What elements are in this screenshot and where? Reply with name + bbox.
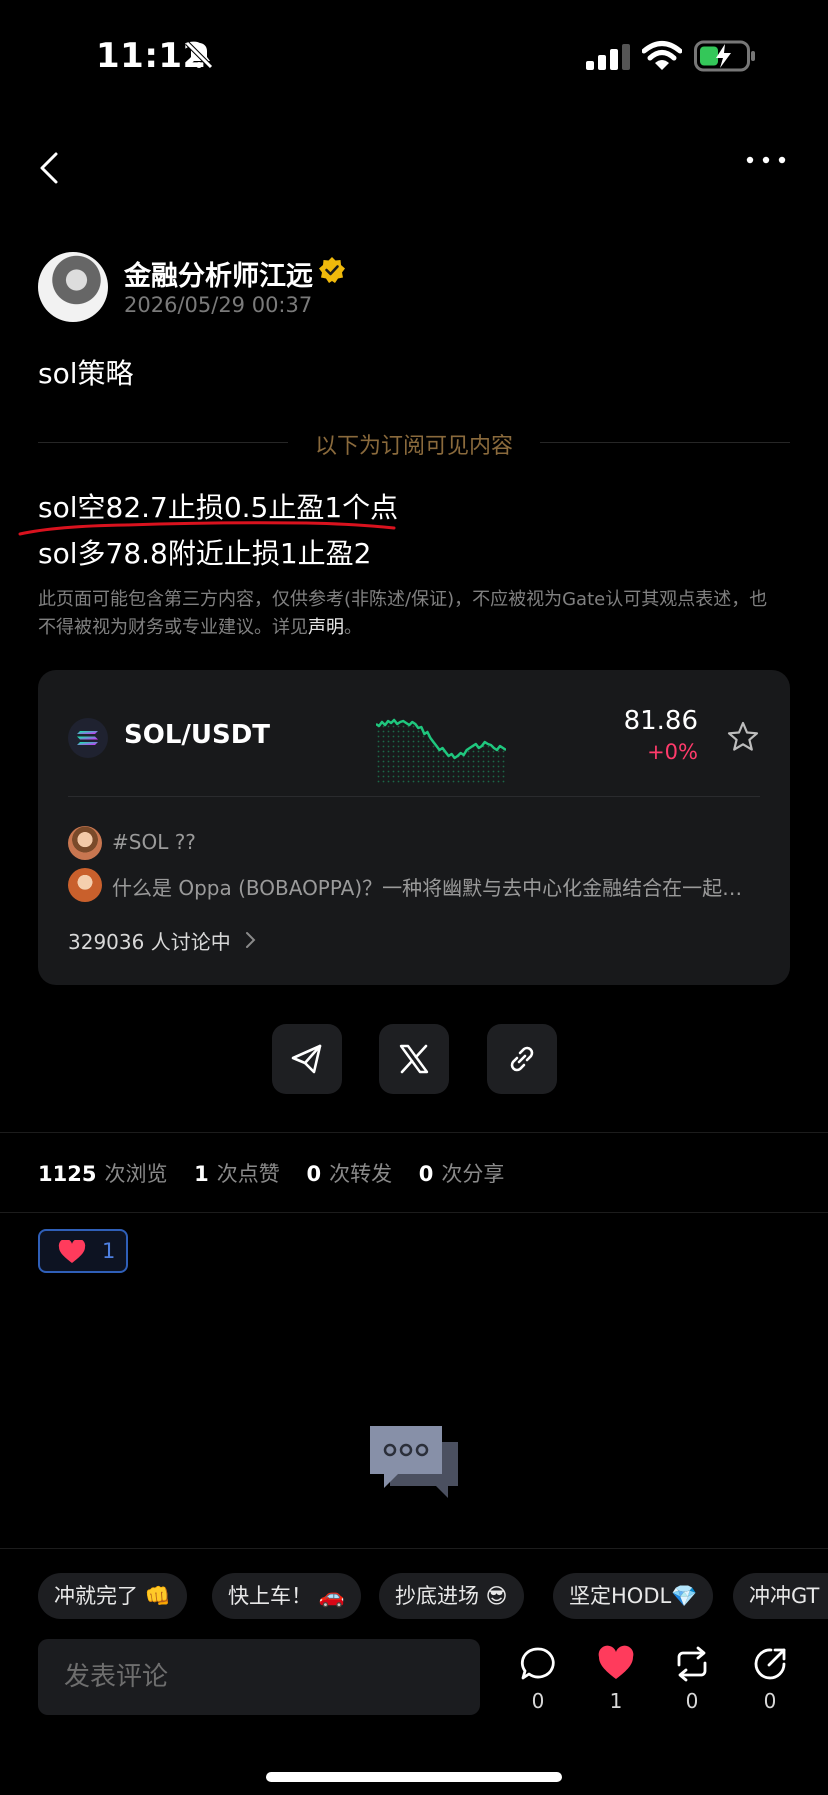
stat-likes-count: 1 (194, 1162, 209, 1186)
bell-muted-icon (185, 41, 213, 69)
comment-icon (520, 1647, 555, 1680)
quick-reply-chip[interactable]: 坚定HODL💎 (553, 1573, 714, 1619)
heart-icon (58, 1240, 86, 1263)
card-separator (68, 796, 760, 797)
author-avatar[interactable] (38, 252, 108, 322)
topic-row[interactable]: 什么是 Oppa (BOBAOPPA)？一种将幽默与去中心化金融结合在一起的代币 (68, 868, 760, 902)
quick-reply-chip[interactable]: 抄底进场 😎 (379, 1573, 524, 1619)
disclaimer-end: 。 (344, 617, 362, 638)
market-card[interactable]: SOL/USDT 81.86 +0% #SOL ?? 什么是 Oppa (BOB… (38, 670, 790, 985)
empty-comments-icon (370, 1426, 458, 1498)
like-action-button[interactable]: 1 (586, 1645, 646, 1719)
stat-views-count: 1125 (38, 1162, 97, 1186)
repost-action-button[interactable]: 0 (662, 1645, 722, 1719)
comment-count: 0 (531, 1689, 545, 1713)
disclaimer-body: 此页面可能包含第三方内容，仅供参考(非陈述/保证)，不应被视为Gate认可其观点… (38, 589, 768, 638)
disclaimer-link[interactable]: 声明 (308, 617, 344, 638)
home-indicator (266, 1772, 562, 1782)
link-icon (510, 1046, 534, 1072)
signal-icon (586, 44, 630, 70)
share-action-button[interactable]: 0 (740, 1645, 800, 1719)
status-bar: 11:12 (0, 0, 828, 110)
heart-reaction-chip[interactable]: 1 (38, 1229, 128, 1273)
share-count: 0 (763, 1689, 777, 1713)
star-icon[interactable] (726, 720, 760, 754)
sol-logo-icon (68, 718, 108, 758)
discussion-count[interactable]: 329036 人讨论中 (68, 926, 231, 955)
pair-name: SOL/USDT (124, 720, 271, 750)
topic-row[interactable]: #SOL ?? (68, 826, 760, 860)
price: 81.86 (623, 706, 698, 736)
post-stats: 1125 次浏览 1 次点赞 0 次转发 0 次分享 (38, 1158, 524, 1188)
share-x-button[interactable] (379, 1024, 449, 1094)
back-icon[interactable] (36, 148, 66, 188)
post-date: 2026/05/29 00:37 (124, 293, 313, 317)
like-count: 1 (609, 1689, 623, 1713)
topic-avatar (68, 826, 102, 860)
stat-reposts-label: 次转发 (329, 1162, 393, 1186)
subscriber-divider: 以下为订阅可见内容 (38, 428, 790, 459)
comment-bar: 冲就完了 👊 快上车！ 🚗 抄底进场 😎 坚定HODL💎 冲冲GT 0 1 0 … (0, 1548, 828, 1795)
author-name[interactable]: 金融分析师江远 (124, 254, 313, 293)
quick-reply-chip[interactable]: 冲就完了 👊 (38, 1573, 187, 1619)
disclaimer-text: 此页面可能包含第三方内容，仅供参考(非陈述/保证)，不应被视为Gate认可其观点… (38, 586, 768, 642)
stat-shares-label: 次分享 (441, 1162, 505, 1186)
comment-input[interactable] (38, 1639, 480, 1715)
repost-icon (677, 1646, 707, 1682)
strategy-line-long: sol多78.8附近止损1止盈2 (38, 537, 372, 570)
share-telegram-button[interactable] (272, 1024, 342, 1094)
wifi-icon (642, 41, 682, 70)
section-divider (0, 1212, 828, 1213)
stat-shares-count: 0 (418, 1162, 434, 1186)
heart-filled-icon (598, 1645, 634, 1679)
battery-charging-icon (694, 40, 755, 72)
section-divider (0, 1132, 828, 1133)
verified-badge-icon (319, 257, 345, 283)
repost-count: 0 (685, 1689, 699, 1713)
chevron-right-icon (246, 932, 256, 948)
telegram-icon (291, 1044, 322, 1074)
more-icon[interactable] (744, 150, 788, 170)
subscriber-divider-text: 以下为订阅可见内容 (314, 434, 513, 459)
topic-avatar (68, 868, 102, 902)
quick-reply-chip[interactable]: 冲冲GT (733, 1573, 828, 1619)
topic-text: 什么是 Oppa (BOBAOPPA)？一种将幽默与去中心化金融结合在一起的代币 (112, 876, 752, 900)
stat-reposts-count: 0 (306, 1162, 322, 1186)
divider-line-right (540, 442, 790, 443)
reaction-count: 1 (102, 1239, 116, 1263)
price-sparkline (376, 718, 506, 784)
x-icon (399, 1044, 429, 1074)
price-change: +0% (647, 740, 698, 764)
share-icon (754, 1648, 786, 1680)
comment-action-button[interactable]: 0 (508, 1645, 568, 1719)
quick-reply-chip[interactable]: 快上车！ 🚗 (212, 1573, 361, 1619)
stat-views-label: 次浏览 (104, 1162, 168, 1186)
copy-link-button[interactable] (487, 1024, 557, 1094)
topic-text: #SOL ?? (112, 830, 196, 854)
post-title: sol策略 (38, 357, 134, 390)
stat-likes-label: 次点赞 (216, 1162, 280, 1186)
